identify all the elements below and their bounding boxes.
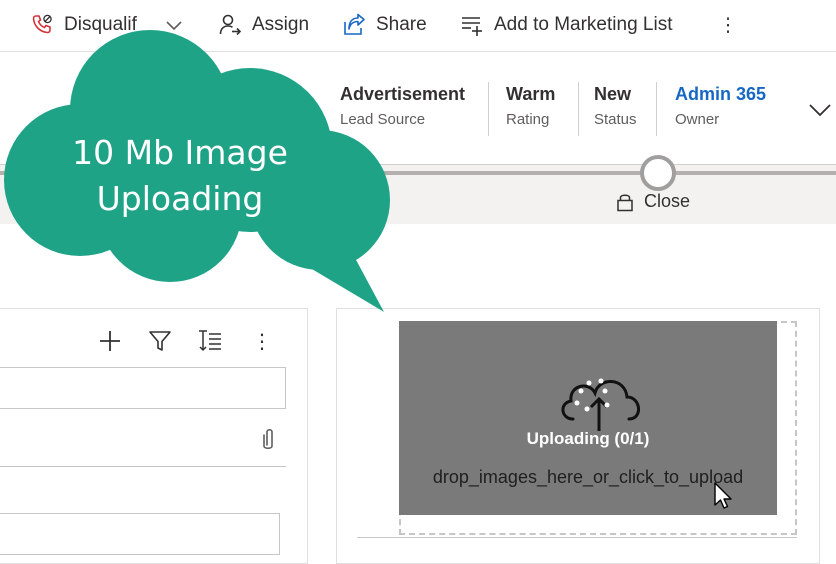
expand-header-chevron-icon[interactable] xyxy=(806,96,834,124)
header-field-rating: Warm Rating xyxy=(506,84,555,128)
owner-link[interactable]: Admin 365 xyxy=(675,84,766,105)
status-label: Status xyxy=(594,111,637,128)
rating-value: Warm xyxy=(506,84,556,104)
image-dropzone[interactable]: Uploading (0/1) drop_images_here_or_clic… xyxy=(399,321,777,515)
more-commands-button[interactable]: ⋮ xyxy=(716,0,740,50)
add-to-marketing-list-button[interactable]: Add to Marketing List xyxy=(460,0,672,50)
status-value: New xyxy=(594,84,632,104)
rating-label: Rating xyxy=(506,111,550,128)
plus-icon xyxy=(100,331,120,351)
callout-line-1: 10 Mb Image xyxy=(72,133,288,172)
timeline-pane: ⋮ xyxy=(0,308,308,564)
stage-close-label: Close xyxy=(644,191,691,211)
add-to-marketing-list-label: Add to Marketing List xyxy=(494,14,673,35)
header-divider xyxy=(656,82,657,136)
cloud-upload-icon xyxy=(561,378,640,431)
process-stage-close[interactable]: Close xyxy=(616,191,690,212)
process-stage-node[interactable] xyxy=(640,155,676,191)
header-field-owner: Admin 365 Owner xyxy=(675,84,766,128)
list-add-icon xyxy=(460,13,484,37)
callout-line-2: Uploading xyxy=(96,179,264,218)
sort-timeline-button[interactable] xyxy=(196,327,224,355)
callout-text: 10 Mb Image Uploading xyxy=(20,130,340,222)
filter-icon xyxy=(149,331,171,351)
paperclip-icon[interactable] xyxy=(258,427,278,453)
lock-icon xyxy=(616,192,634,212)
timeline-search-input[interactable] xyxy=(0,367,286,409)
pane-divider xyxy=(357,537,797,538)
sort-icon xyxy=(199,330,221,352)
header-divider xyxy=(488,82,489,136)
upload-status: Uploading (0/1) xyxy=(526,429,650,448)
header-field-status: New Status xyxy=(594,84,637,128)
more-icon: ⋮ xyxy=(252,330,272,353)
header-divider xyxy=(578,82,579,136)
mouse-cursor-icon xyxy=(714,482,732,509)
filter-timeline-button[interactable] xyxy=(146,327,174,355)
image-upload-pane: Uploading (0/1) drop_images_here_or_clic… xyxy=(336,308,820,564)
add-timeline-button[interactable] xyxy=(96,327,124,355)
timeline-entry-field[interactable] xyxy=(0,513,280,555)
note-input[interactable] xyxy=(0,417,286,467)
timeline-more-button[interactable]: ⋮ xyxy=(248,327,276,355)
owner-label: Owner xyxy=(675,111,720,128)
more-icon: ⋮ xyxy=(718,14,738,36)
